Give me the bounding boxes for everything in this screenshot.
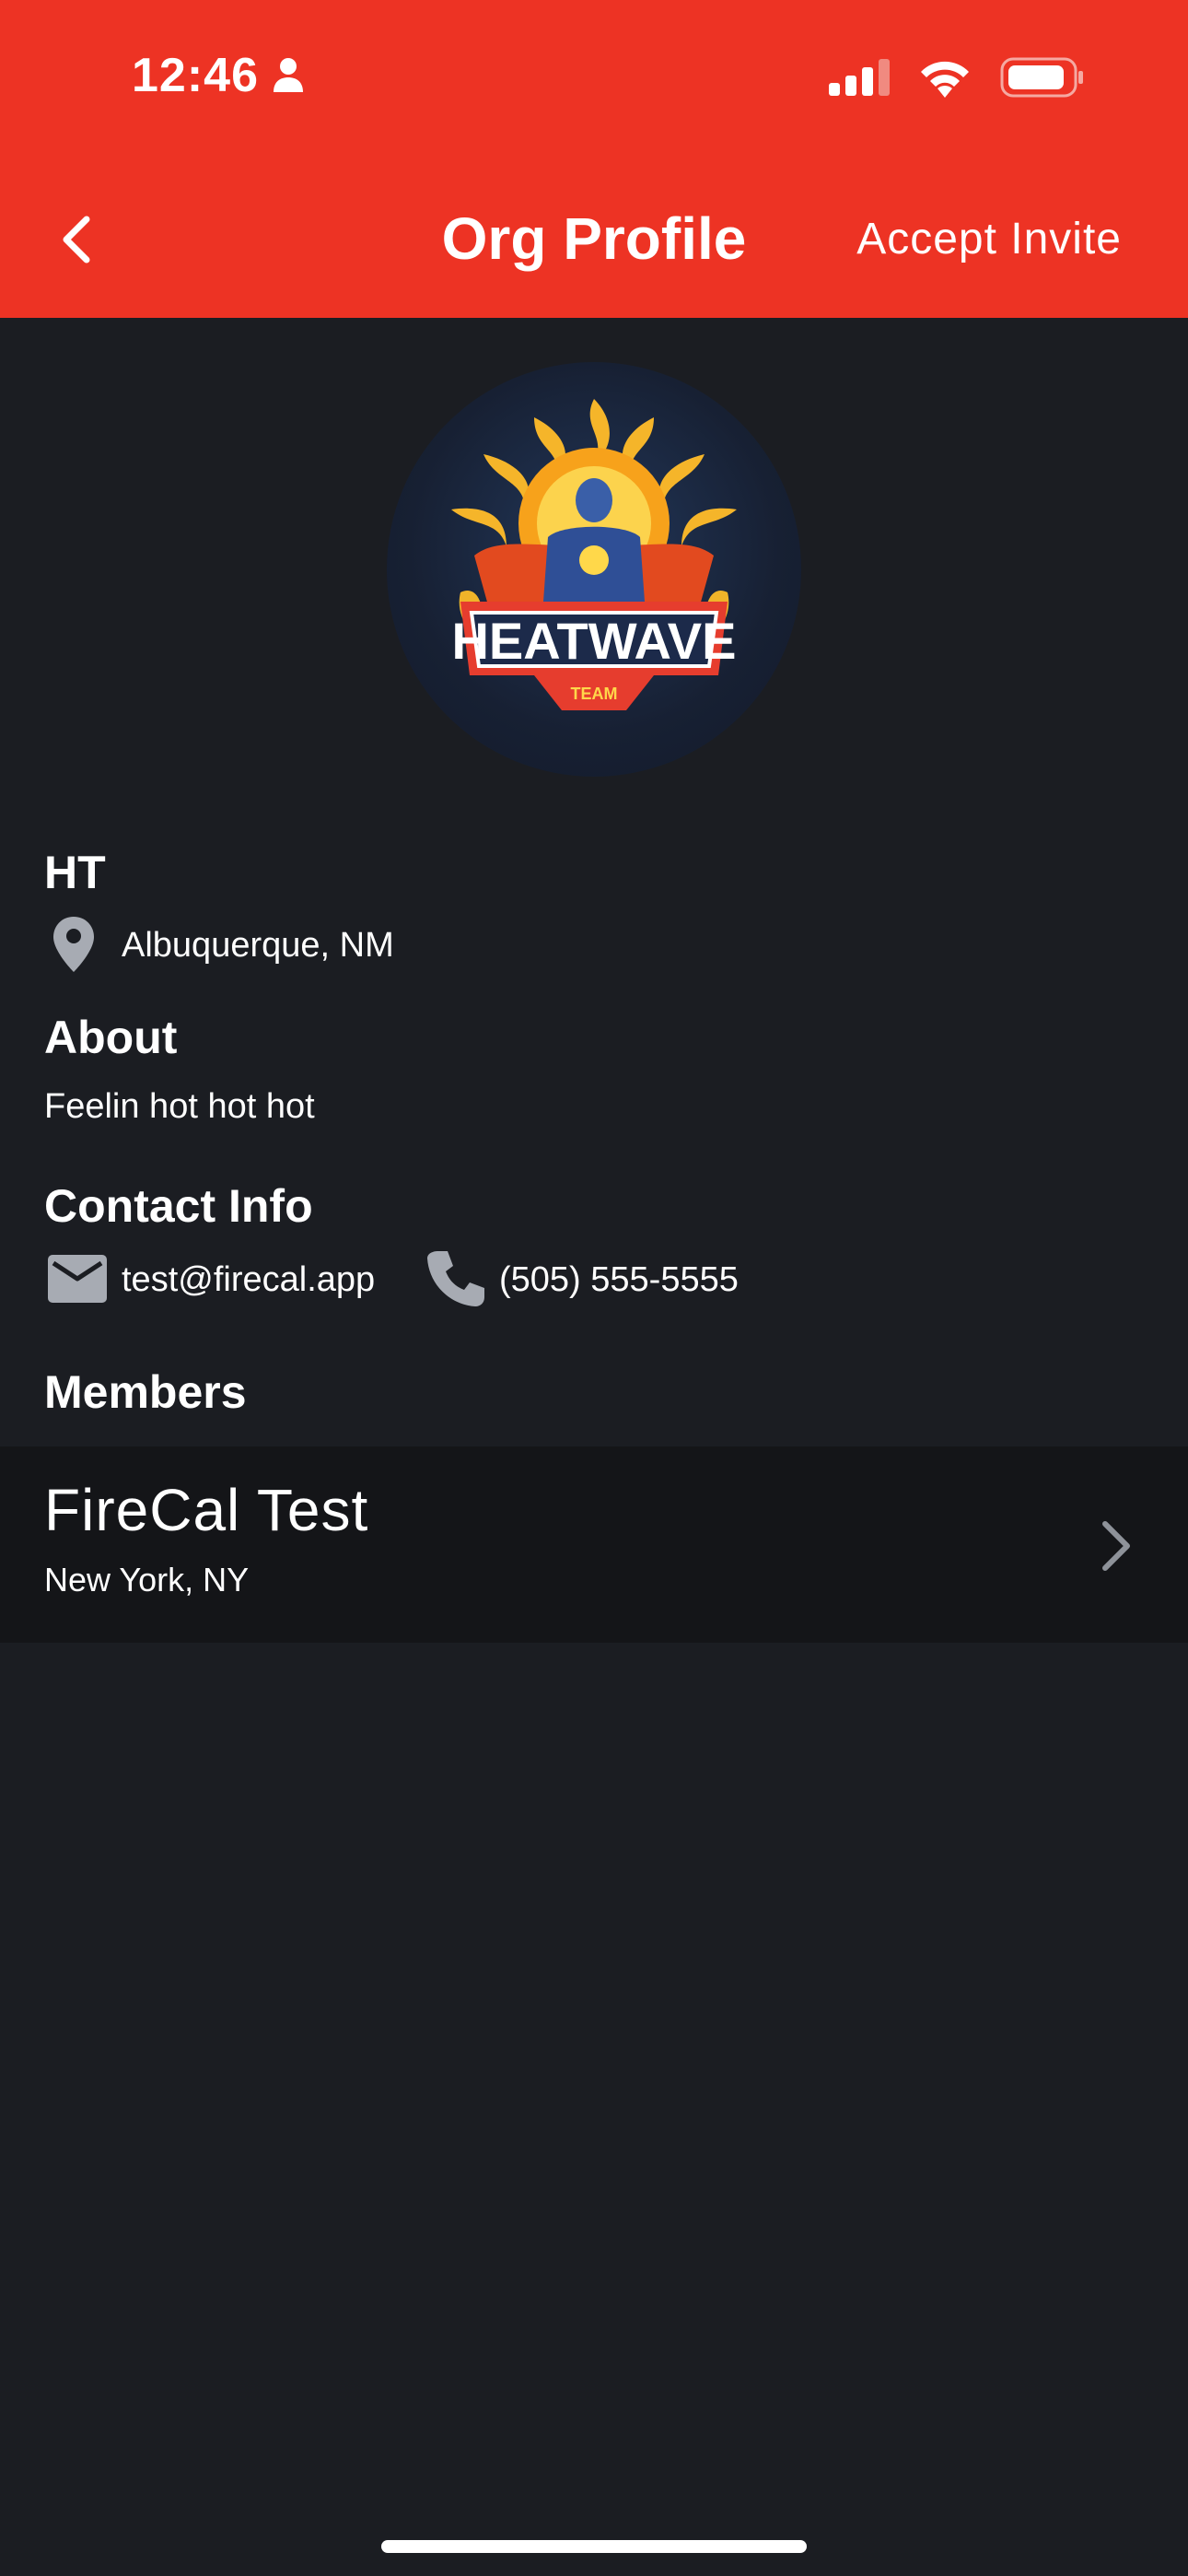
wifi-icon bbox=[921, 61, 969, 98]
org-logo: HEATWAVE TEAM bbox=[387, 362, 801, 777]
status-indicators bbox=[829, 57, 1085, 98]
contact-heading: Contact Info bbox=[44, 1180, 313, 1232]
email-icon[interactable] bbox=[48, 1255, 107, 1303]
contact-phone[interactable]: (505) 555-5555 bbox=[499, 1260, 739, 1300]
status-bar-time: 12:46 bbox=[132, 48, 305, 103]
location-pin-icon bbox=[53, 917, 94, 972]
logo-subtext: TEAM bbox=[571, 685, 618, 703]
app-header: 12:46 Org Profile Accept Invite bbox=[0, 0, 1188, 318]
person-icon bbox=[274, 58, 303, 92]
heatwave-logo-image: HEATWAVE TEAM bbox=[451, 399, 737, 710]
org-location: Albuquerque, NM bbox=[122, 926, 394, 965]
clock-text: 12:46 bbox=[132, 49, 259, 102]
phone-icon[interactable] bbox=[427, 1249, 484, 1306]
logo-wordmark: HEATWAVE bbox=[451, 612, 736, 670]
accept-invite-button[interactable]: Accept Invite bbox=[856, 214, 1122, 264]
member-name: FireCal Test bbox=[44, 1477, 369, 1543]
members-heading: Members bbox=[44, 1366, 247, 1418]
about-heading: About bbox=[44, 1012, 178, 1063]
contact-email[interactable]: test@firecal.app bbox=[122, 1260, 375, 1300]
member-location: New York, NY bbox=[44, 1561, 250, 1598]
cellular-signal-icon bbox=[829, 59, 890, 96]
battery-icon bbox=[1000, 57, 1083, 98]
about-text: Feelin hot hot hot bbox=[44, 1087, 315, 1126]
chevron-right-icon bbox=[1102, 1521, 1130, 1571]
home-indicator[interactable] bbox=[381, 2540, 807, 2553]
member-list-item[interactable]: FireCal Test New York, NY bbox=[0, 1446, 1188, 1643]
org-short-name: HT bbox=[44, 847, 106, 898]
